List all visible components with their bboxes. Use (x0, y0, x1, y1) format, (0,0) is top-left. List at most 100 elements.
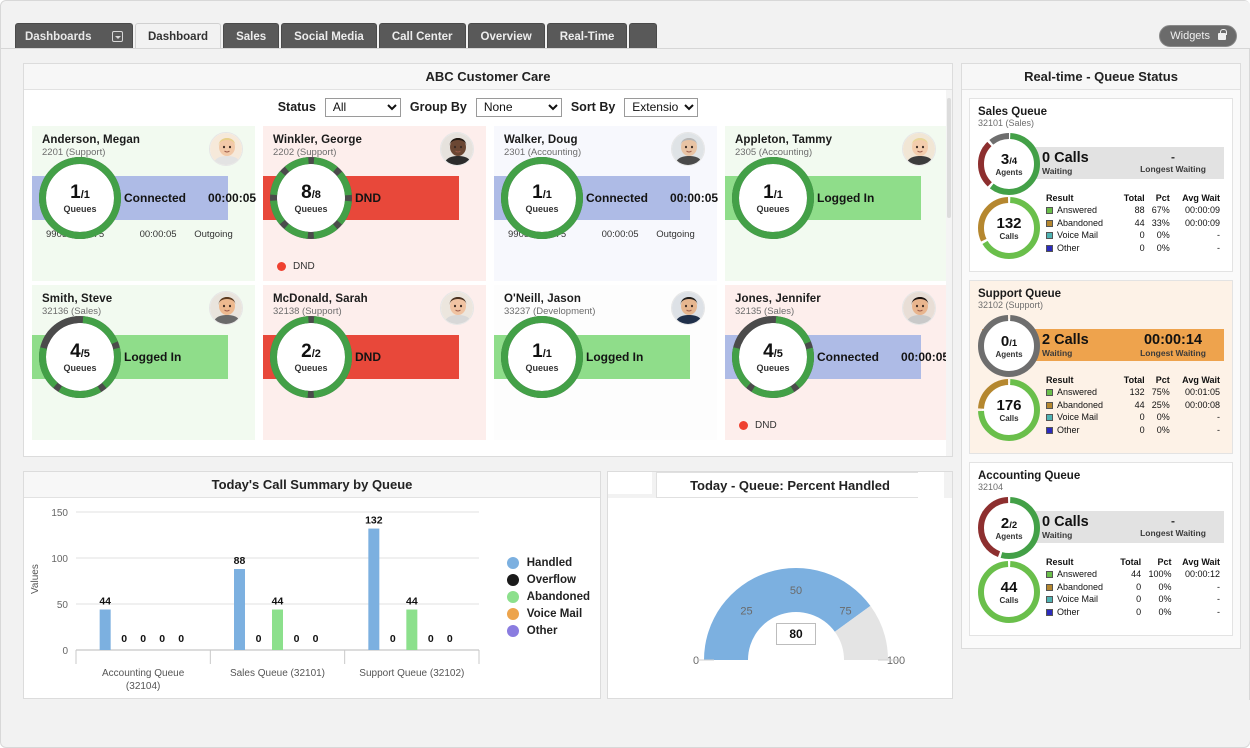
longest-waiting-label: Longest Waiting (1140, 348, 1206, 359)
percent-handled-gauge-panel: Today - Queue: Percent Handled 0 25 50 75 10… (607, 471, 953, 699)
result-label: Answered (1046, 204, 1118, 217)
call-duration: 00:00:05 (139, 229, 177, 240)
result-swatch-icon (1046, 571, 1053, 578)
header-avg-wait: Avg Wait (1182, 557, 1220, 567)
tab-call-center[interactable]: Call Center (378, 23, 466, 49)
header-avg-wait: Avg Wait (1182, 193, 1220, 203)
legend-label: Other (526, 624, 558, 637)
agent-card[interactable]: O'Neill, Jason 33237 (Development) Logge… (494, 285, 717, 440)
result-total: 0 (1136, 581, 1142, 592)
agents-panel-title: ABC Customer Care (24, 64, 952, 90)
gauge-title: Today - Queue: Percent Handled (656, 472, 924, 498)
tab-overview[interactable]: Overview (467, 23, 545, 49)
svg-text:(32104): (32104) (126, 681, 160, 692)
agent-status-label: Logged In (586, 350, 644, 364)
queue-extension: 32102 (Support) (978, 300, 1044, 310)
gauge-value: 80 (776, 623, 816, 645)
header-result: Result (1046, 193, 1074, 203)
svg-text:0: 0 (62, 646, 68, 657)
widgets-button[interactable]: Widgets (1159, 25, 1237, 47)
queue-agents-row: 0/1 Agents 2 Calls Waiting 00:00:14 Long… (978, 315, 1224, 377)
queue-agents-row: 3/4 Agents 0 Calls Waiting - Longest Wai… (978, 133, 1224, 195)
svg-text:50: 50 (57, 600, 69, 611)
svg-text:Accounting Queue: Accounting Queue (102, 668, 185, 679)
result-total: 0 (1139, 424, 1145, 435)
call-direction: Outgoing (656, 229, 695, 240)
legend-label: Handled (526, 556, 573, 569)
agent-dnd-row: DND (277, 261, 315, 272)
result-pct: 67% (1151, 205, 1170, 215)
queue-panel-title: Real-time - Queue Status (962, 64, 1240, 90)
agent-queue-ring: 4/5 Queues (732, 316, 814, 398)
legend-item[interactable]: Overflow (506, 571, 590, 588)
agent-queue-ring: 8/8 Queues (270, 157, 352, 239)
avatar (440, 291, 474, 325)
tab-real-time[interactable]: Real-Time (546, 23, 628, 49)
tab-bar: Dashboards Dashboard Sales Social Media … (1, 1, 1250, 49)
agent-card-grid: Anderson, Megan 2201 (Support) Connected… (24, 124, 952, 440)
sort-by-select[interactable]: Extension (624, 97, 699, 117)
avatar (440, 132, 474, 166)
queue-result-row: Answered 44 100% 00:00:12 (1046, 568, 1222, 581)
svg-text:75: 75 (839, 606, 851, 618)
legend-swatch-icon (506, 607, 519, 620)
tab-sales[interactable]: Sales (223, 23, 280, 49)
queue-extension: 32101 (Sales) (978, 118, 1035, 128)
header-result: Result (1046, 375, 1074, 385)
header-pct: Pct (1157, 557, 1172, 567)
tab-bar-divider (1, 48, 1250, 49)
agent-card[interactable]: McDonald, Sarah 32138 (Support) DND 2/2 … (263, 285, 486, 440)
queue-card[interactable]: Support Queue 32102 (Support) 0/1 Agents… (969, 280, 1233, 454)
queue-result-row: Abandoned 44 33% 00:00:09 (1046, 217, 1222, 230)
result-swatch-icon (1046, 207, 1053, 214)
header-total: Total (1123, 375, 1145, 385)
dnd-label: DND (755, 420, 777, 431)
result-total: 44 (1134, 217, 1145, 228)
svg-text:44: 44 (272, 596, 284, 608)
tab-dashboard[interactable]: Dashboard (135, 23, 222, 49)
legend-item[interactable]: Other (506, 622, 590, 639)
queue-result-row: Voice Mail 0 0% - (1046, 411, 1222, 424)
svg-text:0: 0 (428, 633, 434, 645)
queue-card[interactable]: Accounting Queue 32104 2/2 Agents 0 Call… (969, 462, 1233, 636)
svg-text:0: 0 (390, 633, 396, 645)
result-swatch-icon (1046, 596, 1053, 603)
agent-queue-ring: 1/1 Queues (39, 157, 121, 239)
agent-status-label: DND (355, 191, 381, 205)
agent-card[interactable]: Jones, Jennifer 32135 (Sales) Connected … (725, 285, 949, 440)
result-swatch-icon (1046, 244, 1053, 252)
tab-add-placeholder[interactable] (629, 23, 658, 49)
status-text: Connected 00:00:05 (817, 350, 949, 364)
agent-status-label: Logged In (817, 191, 875, 205)
bar-chart-hscroll[interactable] (24, 693, 600, 698)
dropdown-box-icon[interactable] (112, 31, 123, 42)
agent-card[interactable]: Anderson, Megan 2201 (Support) Connected… (32, 126, 256, 281)
legend-item[interactable]: Abandoned (506, 588, 590, 605)
result-total: 44 (1134, 399, 1145, 410)
queue-agents-ring: 2/2 Agents (978, 497, 1040, 559)
header-pct: Pct (1155, 193, 1170, 203)
dashboards-menu[interactable]: Dashboards (15, 23, 133, 49)
group-by-select[interactable]: None (475, 97, 562, 117)
legend-label: Overflow (526, 573, 576, 586)
queue-card[interactable]: Sales Queue 32101 (Sales) 3/4 Agents 0 C… (969, 98, 1233, 272)
legend-item[interactable]: Voice Mail (506, 605, 590, 622)
longest-waiting-block: 00:00:14 Longest Waiting (1126, 332, 1220, 359)
result-pct: 25% (1151, 399, 1170, 410)
svg-text:0: 0 (447, 633, 453, 645)
queue-result-row: Other 0 0% - (1046, 606, 1222, 619)
footer-bar (2, 700, 1250, 746)
agent-card[interactable]: Walker, Doug 2301 (Accounting) Connected… (494, 126, 718, 281)
tab-label: Sales (236, 30, 267, 43)
agent-card[interactable]: Winkler, George 2202 (Support) DND 8/8 Q… (263, 126, 486, 281)
tab-social-media[interactable]: Social Media (281, 23, 377, 49)
svg-text:100: 100 (51, 554, 68, 565)
agent-card[interactable]: Appleton, Tammy 2305 (Accounting) Logged… (725, 126, 948, 281)
header-result: Result (1046, 557, 1074, 567)
agents-scrollbar[interactable] (946, 90, 952, 456)
agent-card[interactable]: Smith, Steve 32136 (Sales) Logged In 4/5… (32, 285, 255, 440)
svg-text:0: 0 (693, 655, 699, 667)
legend-item[interactable]: Handled (506, 554, 590, 571)
result-swatch-icon (1046, 583, 1053, 591)
status-select[interactable]: All (324, 97, 401, 117)
